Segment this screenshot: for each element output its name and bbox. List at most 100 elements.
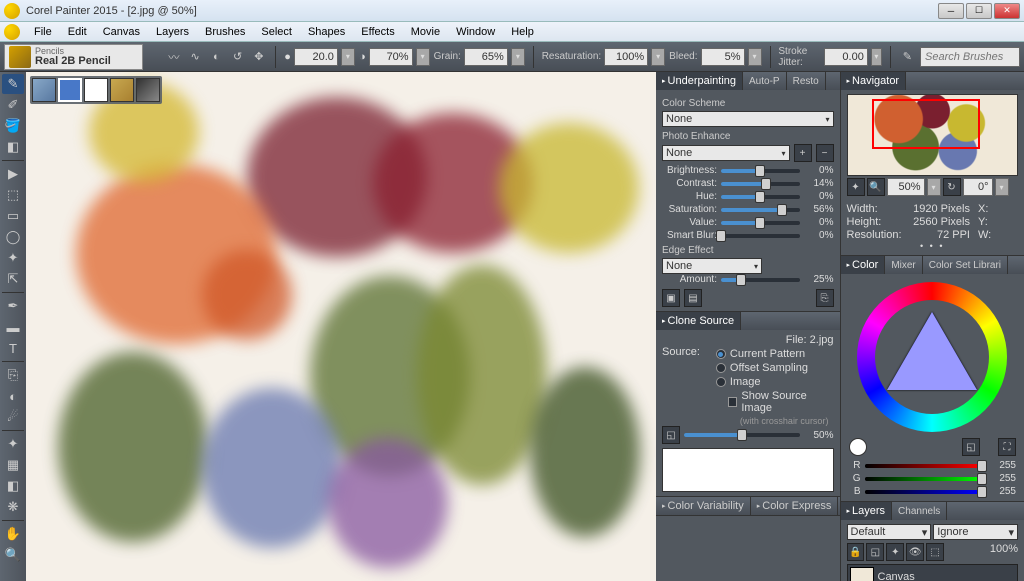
crop-tool[interactable]: ⇱ <box>2 269 24 289</box>
kaleidoscope-tool[interactable]: ❋ <box>2 497 24 517</box>
apply-icon[interactable]: ▣ <box>662 289 680 307</box>
nav-settings-icon[interactable]: ✦ <box>847 178 865 196</box>
perspective-grid-tool[interactable]: ▦ <box>2 455 24 475</box>
menu-help[interactable]: Help <box>503 24 542 40</box>
layer-lock-icon[interactable]: 🔒 <box>847 543 865 561</box>
swatch-5[interactable] <box>136 78 160 102</box>
layer-visibility-icon[interactable]: 👁 <box>906 543 924 561</box>
layer-opacity-slider[interactable] <box>948 543 988 561</box>
swatch-1[interactable] <box>32 78 56 102</box>
size-control[interactable]: ● ▾ <box>284 48 355 66</box>
menu-canvas[interactable]: Canvas <box>95 24 148 40</box>
resaturation-dropdown[interactable]: ▾ <box>651 48 665 66</box>
color-expression-tab[interactable]: ▸Color Express <box>751 497 839 515</box>
size-input[interactable] <box>294 48 338 66</box>
up-slider-5[interactable] <box>721 234 800 238</box>
show-source-checkbox[interactable]: Show Source Image <box>728 390 834 414</box>
up-slider-1[interactable] <box>721 182 800 186</box>
nav-zoom-icon[interactable]: 🔍 <box>867 178 885 196</box>
opacity-dropdown[interactable]: ▾ <box>416 48 430 66</box>
opacity-control[interactable]: ◑ ▾ <box>359 48 430 66</box>
menu-file[interactable]: File <box>26 24 60 40</box>
color-set-tab[interactable]: Color Set Librari <box>923 256 1008 274</box>
channels-tab[interactable]: Channels <box>892 502 947 520</box>
quick-clone-icon[interactable]: ⎘ <box>816 289 834 307</box>
reset-underpainting-icon[interactable]: ▤ <box>684 289 702 307</box>
layer-fx-icon[interactable]: ✦ <box>886 543 904 561</box>
bleed-input[interactable] <box>701 48 745 66</box>
edge-effect-select[interactable]: None▾ <box>662 258 762 274</box>
opacity-input[interactable] <box>369 48 413 66</box>
source-image[interactable]: Image <box>716 376 834 388</box>
color-options-icon[interactable]: ⛶ <box>998 438 1016 456</box>
cursor-icon[interactable]: ✥ <box>250 47 267 67</box>
color-wheel[interactable] <box>857 282 1007 432</box>
minimize-button[interactable]: ─ <box>938 3 964 19</box>
reset-icon[interactable]: ↺ <box>229 47 246 67</box>
restoration-tab[interactable]: Resto <box>787 72 826 90</box>
blend-mode-select[interactable]: Default▾ <box>847 524 932 540</box>
swatch-3[interactable] <box>84 78 108 102</box>
jitter-dropdown[interactable]: ▾ <box>871 48 882 66</box>
color-variability-tab[interactable]: ▸Color Variability <box>656 497 751 515</box>
clone-source-tab[interactable]: ▸Clone Source <box>656 312 741 330</box>
maximize-button[interactable]: ☐ <box>966 3 992 19</box>
mixer-tab[interactable]: Mixer <box>885 256 922 274</box>
menu-layers[interactable]: Layers <box>148 24 197 40</box>
search-brushes-input[interactable] <box>920 47 1020 67</box>
nav-zoom-dropdown[interactable]: ▾ <box>927 178 941 196</box>
dab-type-icon[interactable]: ◐ <box>208 47 225 67</box>
tracing-paper-icon[interactable]: ◱ <box>662 426 680 444</box>
divine-proportion-tool[interactable]: ✦ <box>2 434 24 454</box>
dab-preview-icon[interactable]: 〰 <box>165 47 182 67</box>
amount-slider[interactable] <box>721 278 800 282</box>
remove-preset-icon[interactable]: − <box>816 144 834 162</box>
b-slider[interactable] <box>865 490 983 494</box>
underpainting-tab[interactable]: ▸Underpainting <box>656 72 743 90</box>
layer-mask-icon[interactable]: ◱ <box>866 543 884 561</box>
swatch-2[interactable] <box>58 78 82 102</box>
menu-movie[interactable]: Movie <box>403 24 448 40</box>
up-slider-4[interactable] <box>721 221 800 225</box>
menu-brushes[interactable]: Brushes <box>197 24 253 40</box>
nav-rotate-icon[interactable]: ↻ <box>943 178 961 196</box>
add-preset-icon[interactable]: + <box>794 144 812 162</box>
mirror-tool[interactable]: ◧ <box>2 476 24 496</box>
size-dropdown[interactable]: ▾ <box>341 48 355 66</box>
eraser-tool[interactable]: ◧ <box>2 137 24 157</box>
navigator-viewport-rect[interactable] <box>872 99 980 149</box>
layer-pick-icon[interactable]: ⬚ <box>926 543 944 561</box>
fill-tool[interactable]: 🪣 <box>2 116 24 136</box>
magic-wand-tool[interactable]: ✦ <box>2 248 24 268</box>
close-button[interactable]: ✕ <box>994 3 1020 19</box>
canvas[interactable] <box>26 72 656 581</box>
hand-tool[interactable]: ✋ <box>2 524 24 544</box>
navigator-tab[interactable]: ▸Navigator <box>841 72 907 90</box>
nav-angle-dropdown[interactable]: ▾ <box>995 178 1009 196</box>
up-slider-2[interactable] <box>721 195 800 199</box>
dropper-tool[interactable]: ✐ <box>2 95 24 115</box>
source-offset-sampling[interactable]: Offset Sampling <box>716 362 834 374</box>
dodge-tool[interactable]: ◐ <box>2 386 24 406</box>
menu-effects[interactable]: Effects <box>353 24 402 40</box>
color-tab[interactable]: ▸Color <box>841 256 886 274</box>
navigator-preview[interactable] <box>847 94 1019 176</box>
zoom-tool[interactable]: 🔍 <box>2 545 24 565</box>
canvas-area[interactable] <box>26 72 656 581</box>
advanced-brush-icon[interactable]: ✎ <box>899 47 916 67</box>
rect-shape-tool[interactable]: ▬ <box>2 317 24 337</box>
text-tool[interactable]: T <box>2 338 24 358</box>
grain-dropdown[interactable]: ▾ <box>511 48 525 66</box>
menu-shapes[interactable]: Shapes <box>300 24 353 40</box>
menu-edit[interactable]: Edit <box>60 24 95 40</box>
menu-window[interactable]: Window <box>448 24 503 40</box>
r-slider[interactable] <box>865 464 983 468</box>
grain-input[interactable] <box>464 48 508 66</box>
swatch-4[interactable] <box>110 78 134 102</box>
photo-enhance-select[interactable]: None▾ <box>662 145 790 161</box>
up-slider-0[interactable] <box>721 169 800 173</box>
rect-select-tool[interactable]: ▭ <box>2 206 24 226</box>
layers-tab[interactable]: ▸Layers <box>841 502 893 520</box>
jitter-input[interactable] <box>824 48 868 66</box>
clone-color-icon[interactable]: ◱ <box>962 438 980 456</box>
